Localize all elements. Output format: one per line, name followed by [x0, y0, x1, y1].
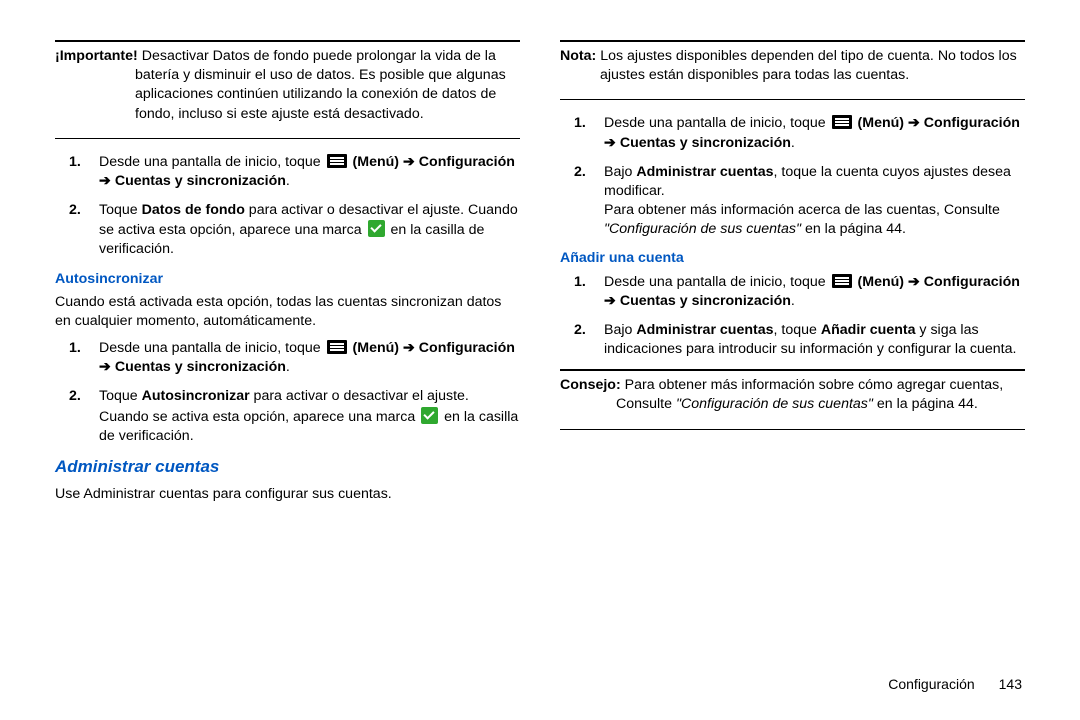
- steps-autosync: 1. Desde una pantalla de inicio, toque (…: [55, 339, 520, 446]
- step-2: 2. Toque Datos de fondo para activar o d…: [55, 201, 520, 260]
- step-text-d: Añadir cuenta: [821, 322, 916, 338]
- step-text-b: Administrar cuentas: [636, 322, 773, 338]
- note-text: ¡Importante! Desactivar Datos de fondo p…: [55, 47, 520, 124]
- note-box: Nota: Los ajustes disponibles dependen d…: [560, 40, 1025, 100]
- step-text-a: Bajo: [604, 322, 636, 338]
- tip-text: Consejo: Para obtener más información so…: [560, 376, 1025, 414]
- step-number: 1.: [574, 114, 586, 133]
- step-text-c: , toque: [774, 322, 821, 338]
- step-text-a: Desde una pantalla de inicio, toque: [604, 274, 830, 290]
- note-body: Los ajustes disponibles dependen del tip…: [600, 48, 1017, 83]
- step-1: 1. Desde una pantalla de inicio, toque (…: [560, 114, 1025, 152]
- step-text-b: Administrar cuentas: [636, 164, 773, 180]
- menu-icon: [832, 274, 852, 288]
- step-text-f: en la página 44.: [801, 221, 906, 237]
- menu-icon: [832, 115, 852, 129]
- manual-page: ¡Importante! Desactivar Datos de fondo p…: [0, 0, 1080, 720]
- step-text-a: Desde una pantalla de inicio, toque: [604, 115, 830, 131]
- step-text-d: Para obtener más información acerca de l…: [604, 202, 1000, 218]
- note-body: Desactivar Datos de fondo puede prolonga…: [135, 48, 506, 122]
- step-1: 1. Desde una pantalla de inicio, toque (…: [560, 273, 1025, 311]
- step-text-c: .: [286, 359, 290, 375]
- tip-box: Consejo: Para obtener más información so…: [560, 369, 1025, 429]
- step-text-c: .: [791, 293, 795, 309]
- footer-section: Configuración: [888, 676, 974, 692]
- step-number: 1.: [69, 153, 81, 172]
- step-text-a: Desde una pantalla de inicio, toque: [99, 154, 325, 170]
- step-number: 2.: [69, 387, 81, 406]
- step-text-c: .: [791, 135, 795, 151]
- steps-background-data: 1. Desde una pantalla de inicio, toque (…: [55, 153, 520, 260]
- note-text: Nota: Los ajustes disponibles dependen d…: [560, 47, 1025, 85]
- paragraph-manage-accounts: Use Administrar cuentas para configurar …: [55, 485, 520, 504]
- step-1: 1. Desde una pantalla de inicio, toque (…: [55, 153, 520, 191]
- menu-icon: [327, 340, 347, 354]
- heading-manage-accounts: Administrar cuentas: [55, 456, 520, 479]
- note-label: Nota:: [560, 48, 596, 64]
- two-column-layout: ¡Importante! Desactivar Datos de fondo p…: [55, 40, 1025, 660]
- step-number: 1.: [69, 339, 81, 358]
- page-footer: Configuración 143: [888, 675, 1022, 694]
- footer-page-number: 143: [999, 676, 1022, 692]
- heading-add-account: Añadir una cuenta: [560, 249, 1025, 268]
- check-icon: [421, 407, 438, 424]
- steps-add-account: 1. Desde una pantalla de inicio, toque (…: [560, 273, 1025, 360]
- important-note: ¡Importante! Desactivar Datos de fondo p…: [55, 40, 520, 139]
- menu-icon: [327, 154, 347, 168]
- note-label: ¡Importante!: [55, 48, 138, 64]
- step-text-a: Bajo: [604, 164, 636, 180]
- tip-label: Consejo:: [560, 377, 621, 393]
- step-number: 2.: [574, 163, 586, 182]
- step-text-b: Autosincronizar: [142, 388, 250, 404]
- step-2: 2. Bajo Administrar cuentas, toque la cu…: [560, 163, 1025, 240]
- heading-autosync: Autosincronizar: [55, 270, 520, 289]
- step-1: 1. Desde una pantalla de inicio, toque (…: [55, 339, 520, 377]
- check-icon: [368, 220, 385, 237]
- step-number: 2.: [69, 201, 81, 220]
- reference-link: "Configuración de sus cuentas": [604, 221, 801, 237]
- step-number: 2.: [574, 321, 586, 340]
- step-text-a: Toque: [99, 388, 142, 404]
- tip-body-c: en la página 44.: [873, 396, 978, 412]
- step-text-a: Toque: [99, 202, 142, 218]
- step-text-a: Desde una pantalla de inicio, toque: [99, 340, 325, 356]
- reference-link: "Configuración de sus cuentas": [676, 396, 873, 412]
- steps-manage: 1. Desde una pantalla de inicio, toque (…: [560, 114, 1025, 239]
- step-text-c: .: [286, 173, 290, 189]
- paragraph-autosync: Cuando está activada esta opción, todas …: [55, 293, 520, 331]
- step-number: 1.: [574, 273, 586, 292]
- step-2: 2. Toque Autosincronizar para activar o …: [55, 387, 520, 446]
- step-2: 2. Bajo Administrar cuentas, toque Añadi…: [560, 321, 1025, 359]
- step-text-b: Datos de fondo: [142, 202, 245, 218]
